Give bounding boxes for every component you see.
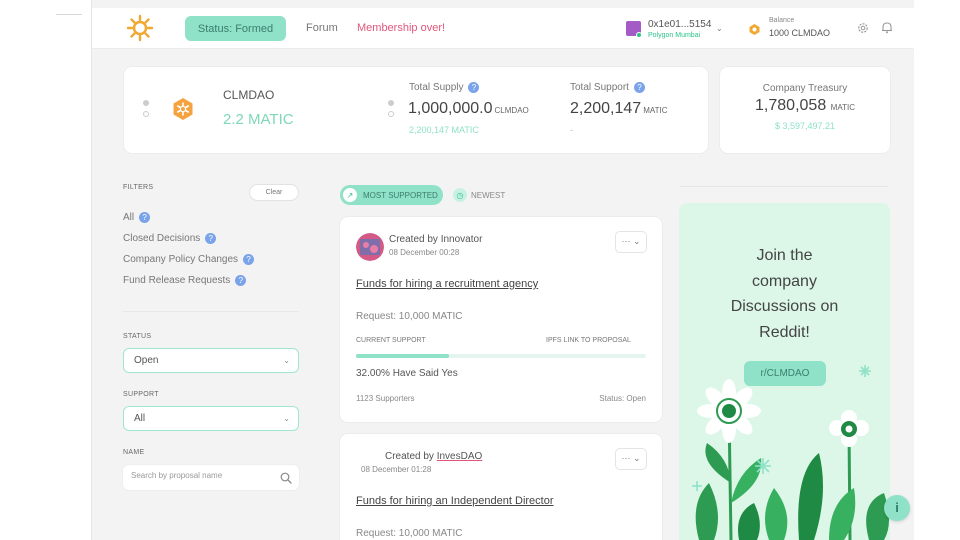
top-gap (92, 0, 914, 8)
reddit-promo-card: Join the company Discussions on Reddit! … (679, 203, 890, 540)
filter-closed-decisions[interactable]: Closed Decisions? (123, 233, 217, 244)
proposal-search-input[interactable] (131, 471, 271, 480)
total-supply-value: 1,000,000.0 CLMDAO (408, 100, 529, 117)
info-icon: ? (205, 233, 217, 244)
creator-link[interactable]: InvesDAO (437, 451, 483, 462)
wallet-selector[interactable]: 0x1e01...5154 Polygon Mumbai ⌄ (626, 18, 726, 40)
proposal-menu-button[interactable]: ··· ⌄ (616, 232, 646, 252)
support-progress-bar (356, 354, 646, 358)
balance-display: Balance 1000 CLMDAO (749, 17, 839, 39)
clock-icon: ◷ (453, 188, 467, 202)
name-filter-label: NAME (123, 449, 145, 456)
flower-illustration (692, 365, 889, 540)
wallet-avatar (626, 21, 642, 38)
treasury-card: Company Treasury 1,780,058 MATIC $ 3,597… (720, 67, 890, 153)
help-button[interactable]: i (884, 495, 910, 521)
treasury-unit: MATIC (830, 103, 855, 112)
promo-heading: Join the company Discussions on Reddit! (730, 247, 839, 341)
total-support-value: 2,200,147 MATIC (570, 100, 668, 117)
network-status-dot (636, 32, 642, 38)
chevron-down-icon: ⌄ (716, 24, 723, 33)
clear-filters-button[interactable]: Clear (250, 185, 298, 200)
proposal-creator: Created by InvesDAO (385, 451, 483, 462)
balance-value: 1000 CLMDAO (769, 28, 831, 38)
proposal-said-yes: 32.00% Have Said Yes (356, 368, 458, 379)
treasury-label: Company Treasury (762, 83, 848, 94)
support-filter-label: SUPPORT (123, 391, 159, 398)
filters-divider (123, 311, 299, 312)
treasury-value: 1,780,058 MATIC (755, 97, 855, 114)
proposal-request: Request: 10,000 MATIC (356, 311, 463, 322)
membership-link[interactable]: Membership over! (357, 22, 445, 34)
total-supply-label: Total Supply? (409, 82, 480, 93)
info-icon: ? (235, 275, 247, 286)
bell-icon[interactable] (881, 21, 893, 34)
info-icon: ? (243, 254, 255, 265)
ipfs-link[interactable]: IPFS LINK TO PROPOSAL (546, 337, 631, 344)
proposal-status: Status: Open (599, 394, 646, 403)
chevron-down-icon: ⌄ (283, 356, 290, 365)
wallet-address: 0x1e01...5154 (648, 19, 712, 30)
sidebar-divider (56, 14, 82, 15)
carousel-dots[interactable] (143, 100, 149, 122)
search-icon[interactable] (280, 472, 292, 484)
total-support-sub: - (570, 125, 573, 135)
total-supply-unit: CLMDAO (494, 106, 529, 115)
gear-icon[interactable] (857, 22, 869, 34)
proposal-card[interactable]: Created by InvesDAO 08 December 01:28 ··… (340, 434, 662, 540)
proposal-date: 08 December 00:28 (389, 248, 460, 257)
proposal-card[interactable]: Created by Innovator 08 December 00:28 ·… (340, 217, 662, 422)
sun-logo-icon[interactable] (126, 14, 154, 42)
wallet-network: Polygon Mumbai (648, 32, 701, 39)
proposal-date: 08 December 01:28 (361, 465, 432, 474)
filter-policy-changes[interactable]: Company Policy Changes? (123, 254, 255, 265)
proposal-title-link[interactable]: Funds for hiring an Independent Director (356, 495, 554, 507)
proposal-menu-button[interactable]: ··· ⌄ (616, 449, 646, 469)
info-icon[interactable]: ? (633, 82, 645, 93)
filters-panel: FILTERS Clear All? Closed Decisions? Com… (123, 184, 299, 490)
proposal-request: Request: 10,000 MATIC (356, 528, 463, 539)
dao-name: CLMDAO (223, 88, 275, 102)
proposal-title-link[interactable]: Funds for hiring a recruitment agency (356, 278, 538, 290)
support-select[interactable]: All ⌄ (123, 406, 299, 431)
total-support-unit: MATIC (643, 106, 668, 115)
left-sidebar (0, 0, 92, 540)
chevron-down-icon: ⌄ (283, 414, 290, 423)
proposal-creator: Created by Innovator (389, 234, 483, 245)
avatar (356, 233, 384, 261)
total-support-label: Total Support? (570, 82, 645, 93)
forum-link[interactable]: Forum (306, 22, 338, 34)
dao-amount: 2.2 MATIC (223, 111, 294, 128)
tab-most-supported[interactable]: ↗ MOST SUPPORTED (340, 185, 443, 205)
proposal-search (123, 465, 299, 490)
filter-all[interactable]: All? (123, 212, 151, 223)
filter-fund-release[interactable]: Fund Release Requests? (123, 275, 247, 286)
info-icon[interactable]: ? (468, 82, 480, 93)
balance-label: Balance (769, 17, 795, 24)
top-header: Status: Formed Forum Membership over! 0x… (92, 8, 914, 49)
status-select[interactable]: Open ⌄ (123, 348, 299, 373)
treasury-usd: $ 3,597,497.21 (774, 121, 836, 131)
status-button[interactable]: Status: Formed (185, 16, 286, 41)
token-icon (749, 24, 760, 35)
proposal-supporters: 1123 Supporters (356, 394, 415, 403)
status-filter-label: STATUS (123, 333, 152, 340)
dao-logo-icon (173, 98, 193, 120)
total-supply-sub: 2,200,147 MATIC (409, 125, 479, 135)
dao-stats-card: CLMDAO 2.2 MATIC Total Supply? 1,000,000… (124, 67, 708, 153)
carousel-dots-2[interactable] (388, 100, 394, 122)
trend-icon: ↗ (343, 188, 357, 202)
current-support-label: CURRENT SUPPORT (356, 337, 426, 344)
info-icon: ? (139, 212, 151, 223)
promo-divider (680, 186, 888, 187)
tab-newest[interactable]: ◷ NEWEST (451, 185, 505, 205)
right-margin (914, 0, 960, 540)
support-progress-fill (356, 354, 449, 358)
